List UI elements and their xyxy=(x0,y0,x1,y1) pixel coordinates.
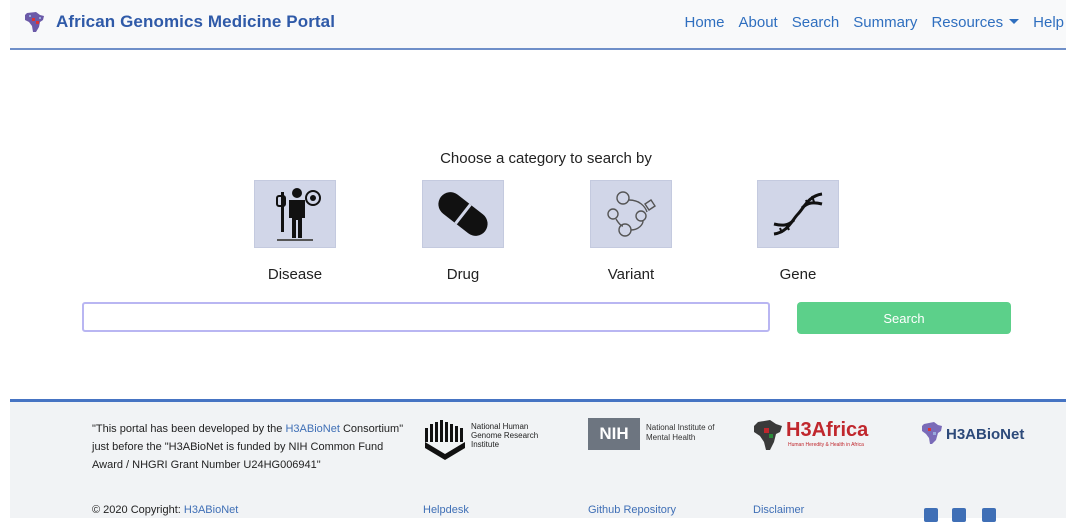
nhgri-logo[interactable]: National Human Genome Research Institute xyxy=(423,418,573,462)
variant-cells-icon xyxy=(607,191,656,237)
h3abionet-logo[interactable]: H3ABioNet xyxy=(920,420,1060,450)
category-gene[interactable]: Gene xyxy=(757,180,839,283)
helpdesk-link[interactable]: Helpdesk xyxy=(423,504,469,516)
search-button[interactable]: Search xyxy=(797,302,1011,334)
nav-about-link[interactable]: About xyxy=(739,14,778,31)
disease-person-icon xyxy=(276,188,321,241)
africa-logo-icon xyxy=(25,12,44,32)
top-navbar: African Genomics Medicine Portal Home Ab… xyxy=(10,0,1066,50)
footer: "This portal has been developed by the H… xyxy=(10,399,1066,522)
category-drug[interactable]: Drug xyxy=(422,180,504,283)
africa-map-icon xyxy=(754,420,782,450)
footer-blurb-text-1: "This portal has been developed by the xyxy=(92,423,286,435)
brand[interactable]: African Genomics Medicine Portal xyxy=(22,10,335,34)
footer-blurb: "This portal has been developed by the H… xyxy=(92,420,410,474)
search-input[interactable] xyxy=(82,302,770,332)
nav-help-link[interactable]: Help xyxy=(1033,14,1064,31)
category-variant-label: Variant xyxy=(607,266,655,283)
nav-menu: Home About Search Summary Resources Help xyxy=(671,14,1065,31)
copyright-text: © 2020 Copyright: xyxy=(92,504,184,516)
category-gene-tile xyxy=(757,180,839,248)
nav-resources-label: Resources xyxy=(931,14,1004,31)
capsule-icon xyxy=(438,192,488,236)
nih-logo-box: NIH xyxy=(588,418,640,450)
footer-blurb-h3abionet-link[interactable]: H3ABioNet xyxy=(285,423,339,435)
category-drug-label: Drug xyxy=(446,266,480,283)
nih-logo-text: National Institute of Mental Health xyxy=(646,423,715,442)
h3africa-logo-text: H3Africa xyxy=(786,419,869,441)
h3africa-logo[interactable]: H3Africa Human Heredity & Health in Afri… xyxy=(752,418,892,454)
category-heading: Choose a category to search by xyxy=(440,150,652,167)
nav-resources-dropdown[interactable]: Resources xyxy=(931,14,1020,31)
category-gene-label: Gene xyxy=(779,266,817,283)
nhgri-logo-text: National Human Genome Research Institute xyxy=(471,422,539,449)
dna-icon xyxy=(773,192,823,236)
nav-home-link[interactable]: Home xyxy=(685,14,725,31)
h3abionet-logo-text: H3ABioNet xyxy=(946,426,1025,443)
facebook-icon[interactable] xyxy=(924,508,938,522)
copyright: © 2020 Copyright: H3ABioNet xyxy=(92,504,238,516)
chevron-down-icon xyxy=(1009,18,1020,24)
category-disease-label: Disease xyxy=(267,266,323,283)
brand-title: African Genomics Medicine Portal xyxy=(56,12,336,31)
disclaimer-link[interactable]: Disclaimer xyxy=(753,504,804,516)
twitter-icon[interactable] xyxy=(952,508,966,522)
category-disease-tile xyxy=(254,180,336,248)
github-repository-link[interactable]: Github Repository xyxy=(588,504,676,516)
h3africa-logo-subtitle: Human Heredity & Health in Africa xyxy=(788,442,864,448)
h3abionet-map-icon xyxy=(922,422,942,444)
category-variant[interactable]: Variant xyxy=(590,180,672,283)
category-drug-tile xyxy=(422,180,504,248)
nhgri-logo-icon xyxy=(425,420,465,460)
copyright-h3abionet-link[interactable]: H3ABioNet xyxy=(184,504,238,516)
category-disease[interactable]: Disease xyxy=(254,180,336,283)
youtube-icon[interactable] xyxy=(982,508,996,522)
nav-search-link[interactable]: Search xyxy=(792,14,840,31)
category-variant-tile xyxy=(590,180,672,248)
nih-logo[interactable]: NIH National Institute of Mental Health xyxy=(588,418,728,452)
nav-summary-link[interactable]: Summary xyxy=(853,14,917,31)
